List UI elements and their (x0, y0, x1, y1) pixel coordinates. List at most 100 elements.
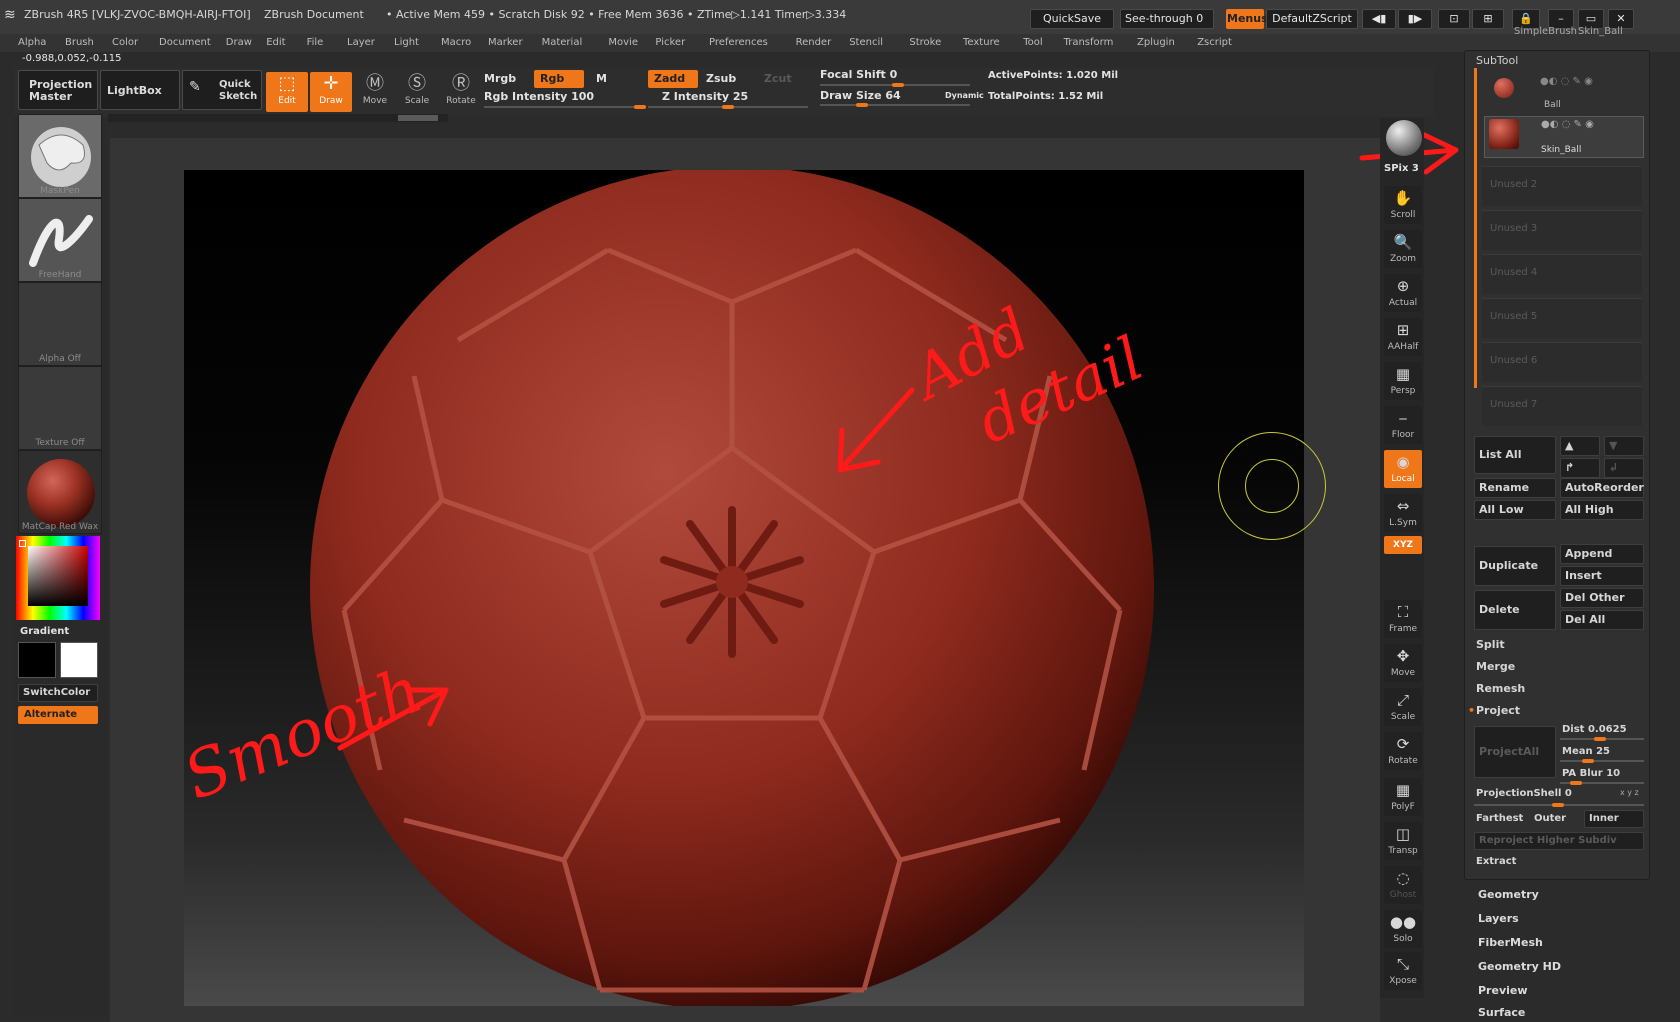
transp-button[interactable]: ◫ Transp (1384, 822, 1422, 860)
frame-icon: ⛶ (1397, 603, 1409, 621)
l-sym-icon: ⇔ (1396, 497, 1410, 515)
actual-label: Actual (1388, 298, 1418, 308)
list-all-button[interactable]: List All (1474, 436, 1556, 474)
layers-menu[interactable]: Layers (1478, 912, 1519, 925)
l-sym-button[interactable]: ⇔ L.Sym (1384, 494, 1422, 532)
merge-section[interactable]: Merge (1476, 660, 1515, 673)
insert-button[interactable]: Insert (1560, 566, 1644, 586)
scale-icon: ⤢ (1396, 691, 1409, 709)
projection-shell-track[interactable] (1474, 803, 1644, 807)
visibility-icon[interactable]: ●◐ ◌ ✎ ◉ (1540, 76, 1593, 87)
project-section[interactable]: Project (1476, 704, 1520, 717)
subtool-slot-unused[interactable]: Unused 4 (1482, 254, 1642, 294)
zoom-label: Zoom (1390, 254, 1416, 264)
subtool-slot-unused[interactable]: Unused 2 (1482, 166, 1642, 206)
rotate-label: Rotate (1388, 756, 1418, 766)
move-label: Move (1390, 668, 1416, 678)
scroll-icon: ✋ (1393, 189, 1413, 207)
bpr-render-icon[interactable] (1386, 120, 1422, 156)
rename-button[interactable]: Rename (1474, 478, 1556, 498)
scale-label: Scale (1390, 712, 1416, 722)
polyf-icon: ▦ (1395, 781, 1411, 799)
rotate-button[interactable]: ⟳ Rotate (1384, 732, 1422, 770)
local-button[interactable]: ◉ Local (1384, 450, 1422, 488)
append-button[interactable]: Append (1560, 544, 1644, 564)
ghost-button[interactable]: ◌ Ghost (1384, 866, 1422, 904)
surface-menu[interactable]: Surface (1478, 1006, 1525, 1019)
subtool-slot-unused[interactable]: Unused 3 (1482, 210, 1642, 250)
unused-slot-label: Unused 7 (1490, 399, 1538, 410)
split-section[interactable]: Split (1476, 638, 1505, 651)
geometry-menu[interactable]: Geometry (1478, 888, 1539, 901)
extract-section[interactable]: Extract (1476, 856, 1516, 867)
reproject-higher-subdiv-button[interactable]: Reproject Higher Subdiv (1474, 832, 1644, 850)
all-low-button[interactable]: All Low (1474, 500, 1556, 520)
auto-reorder-button[interactable]: AutoReorder (1560, 478, 1644, 498)
pa-blur-track[interactable] (1560, 781, 1644, 785)
scale-button[interactable]: ⤢ Scale (1384, 688, 1422, 726)
subtool-slot-unused[interactable]: Unused 6 (1482, 342, 1642, 382)
scroll-button[interactable]: ✋ Scroll (1384, 186, 1422, 224)
unused-slot-label: Unused 2 (1490, 179, 1538, 190)
zoom-button[interactable]: 🔍 Zoom (1384, 230, 1422, 268)
move-icon: ✥ (1396, 647, 1410, 665)
move-right-icon[interactable]: ↱ (1560, 458, 1600, 478)
ghost-icon: ◌ (1396, 869, 1410, 887)
inner-toggle[interactable]: Inner (1584, 810, 1644, 828)
move-left-icon[interactable]: ↲ (1604, 458, 1644, 478)
simplebrush-label: SimpleBrush (1514, 26, 1578, 37)
projection-shell-slider[interactable]: ProjectionShell 0 (1476, 788, 1572, 799)
xyz-button[interactable]: XYZ (1384, 536, 1422, 554)
pa-blur-slider[interactable]: PA Blur 10 (1562, 768, 1620, 779)
polyf-button[interactable]: ▦ PolyF (1384, 778, 1422, 816)
polyf-label: PolyF (1391, 802, 1415, 812)
unused-slot-label: Unused 3 (1490, 223, 1538, 234)
ghost-label: Ghost (1389, 890, 1417, 900)
solo-button[interactable]: ●● Solo (1384, 910, 1422, 948)
subtool-header[interactable]: SubTool (1476, 54, 1518, 67)
delete-button[interactable]: Delete (1474, 590, 1556, 630)
unused-slot-label: Unused 4 (1490, 267, 1538, 278)
l-sym-label: L.Sym (1389, 518, 1417, 528)
frame-button[interactable]: ⛶ Frame (1384, 600, 1422, 638)
move-down-icon[interactable]: ▼ (1604, 436, 1644, 456)
preview-menu[interactable]: Preview (1478, 984, 1528, 997)
outer-toggle[interactable]: Outer (1534, 813, 1566, 824)
mean-slider[interactable]: Mean 25 (1562, 746, 1610, 757)
mean-track[interactable] (1560, 759, 1644, 763)
skin-ball-top-label: Skin_Ball (1578, 26, 1623, 37)
project-all-button[interactable]: ProjectAll (1474, 726, 1556, 778)
subtool-item-skin-ball[interactable]: Skin_Ball ●◐ ◌ ✎ ◉ (1484, 116, 1644, 158)
project-active-dot-icon: • (1468, 704, 1476, 717)
xpose-button[interactable]: ⤡ Xpose (1384, 952, 1422, 990)
subtool-scroll-indicator[interactable] (1474, 68, 1477, 388)
xyz-small-toggle[interactable]: x y z (1620, 788, 1639, 797)
red-annotations: Add detail Smooth (174, 129, 1459, 815)
all-high-button[interactable]: All High (1560, 500, 1644, 520)
duplicate-button[interactable]: Duplicate (1474, 546, 1556, 586)
fibermesh-menu[interactable]: FiberMesh (1478, 936, 1543, 949)
solo-icon: ●● (1389, 913, 1417, 931)
skin-visibility-icon[interactable]: ●◐ ◌ ✎ ◉ (1541, 119, 1594, 130)
rotate-icon: ⟳ (1396, 735, 1410, 753)
subtool-slot-unused[interactable]: Unused 5 (1482, 298, 1642, 338)
move-up-icon[interactable]: ▲ (1560, 436, 1600, 456)
dist-track[interactable] (1560, 737, 1644, 741)
persp-label: Persp (1390, 386, 1416, 396)
geometry-hd-menu[interactable]: Geometry HD (1478, 960, 1561, 973)
move-button[interactable]: ✥ Move (1384, 644, 1422, 682)
del-all-button[interactable]: Del All (1560, 610, 1644, 630)
floor-button[interactable]: ⎯ Floor (1384, 406, 1422, 444)
spix-slider[interactable]: SPix 3 (1384, 163, 1419, 174)
remesh-section[interactable]: Remesh (1476, 682, 1525, 695)
del-other-button[interactable]: Del Other (1560, 588, 1644, 608)
ball-label: Ball (1544, 100, 1561, 110)
farthest-toggle[interactable]: Farthest (1476, 813, 1523, 824)
subtool-slot-unused[interactable]: Unused 7 (1482, 386, 1642, 426)
persp-button[interactable]: ▦ Persp (1384, 362, 1422, 400)
dist-slider[interactable]: Dist 0.0625 (1562, 724, 1627, 735)
subtool-item-ball[interactable]: Ball ●◐ ◌ ✎ ◉ (1484, 72, 1644, 112)
aahalf-button[interactable]: ⊞ AAHalf (1384, 318, 1422, 356)
local-label: Local (1391, 474, 1415, 484)
actual-button[interactable]: ⊕ Actual (1384, 274, 1422, 312)
